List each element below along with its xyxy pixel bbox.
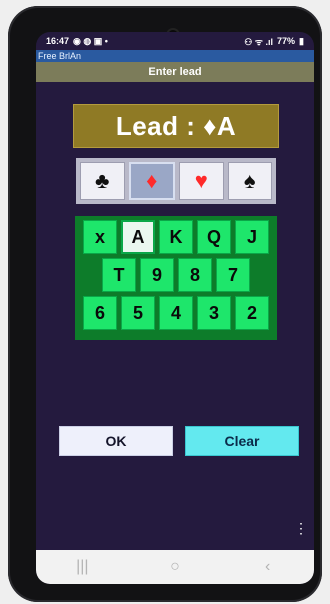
status-time: 16:47: [46, 36, 70, 46]
diamonds-button[interactable]: ♦: [128, 162, 175, 200]
app-name: Free BrlAn: [36, 50, 314, 62]
notification-icons: ◉ ◍ ▣ •: [73, 35, 108, 46]
rank-key-q[interactable]: Q: [197, 220, 231, 254]
rank-key-6[interactable]: 6: [83, 296, 117, 330]
rank-key-x[interactable]: x: [83, 220, 117, 254]
signal-icons: ⚇ ᯤ .ıl: [244, 36, 274, 47]
rank-row-3: 6 5 4 3 2: [79, 296, 273, 330]
rank-key-8[interactable]: 8: [178, 258, 212, 292]
recents-icon[interactable]: |||: [62, 555, 102, 579]
rank-key-9[interactable]: 9: [140, 258, 174, 292]
rank-key-t[interactable]: T: [102, 258, 136, 292]
battery-percentage: 77%: [277, 36, 296, 46]
screen: 16:47 ◉ ◍ ▣ • ⚇ ᯤ .ıl 77% ▮ Free BrlAn E…: [36, 32, 314, 584]
status-left: 16:47 ◉ ◍ ▣ •: [46, 36, 108, 47]
action-buttons: OK Clear: [59, 426, 299, 458]
rank-keypad: x A K Q J T 9 8 7 6 5 4 3 2: [75, 216, 277, 340]
rank-row-2: T 9 8 7: [79, 258, 273, 292]
back-icon[interactable]: ‹: [248, 555, 288, 579]
spades-icon: ♠: [243, 168, 256, 193]
rank-key-j[interactable]: J: [235, 220, 269, 254]
clubs-button[interactable]: ♣: [80, 162, 125, 200]
battery-icon: ▮: [299, 35, 304, 46]
system-navigation-bar: ||| ○ ‹: [36, 550, 314, 584]
hearts-button[interactable]: ♥: [179, 162, 224, 200]
rank-key-4[interactable]: 4: [159, 296, 193, 330]
clubs-icon: ♣: [95, 168, 110, 193]
home-icon[interactable]: ○: [155, 555, 195, 579]
rank-key-3[interactable]: 3: [197, 296, 231, 330]
status-bar: 16:47 ◉ ◍ ▣ • ⚇ ᯤ .ıl 77% ▮: [36, 32, 314, 50]
rank-key-k[interactable]: K: [159, 220, 193, 254]
clear-button[interactable]: Clear: [185, 426, 299, 456]
ok-button[interactable]: OK: [59, 426, 173, 456]
hearts-icon: ♥: [194, 168, 208, 193]
rank-key-a[interactable]: A: [121, 220, 155, 254]
rank-row-1: x A K Q J: [79, 220, 273, 254]
suit-selector: ♣ ♦ ♥ ♠: [76, 158, 276, 204]
status-right: ⚇ ᯤ .ıl 77% ▮: [244, 35, 304, 48]
spades-button[interactable]: ♠: [227, 162, 272, 200]
phone-frame: 16:47 ◉ ◍ ▣ • ⚇ ᯤ .ıl 77% ▮ Free BrlAn E…: [8, 6, 322, 602]
screen-title: Enter lead: [36, 62, 314, 82]
lead-display: Lead : ♦A: [73, 104, 279, 148]
overflow-menu-icon[interactable]: ⋮: [294, 521, 308, 535]
rank-key-5[interactable]: 5: [121, 296, 155, 330]
rank-key-2[interactable]: 2: [235, 296, 269, 330]
diamonds-icon: ♦: [146, 168, 158, 193]
rank-key-7[interactable]: 7: [216, 258, 250, 292]
